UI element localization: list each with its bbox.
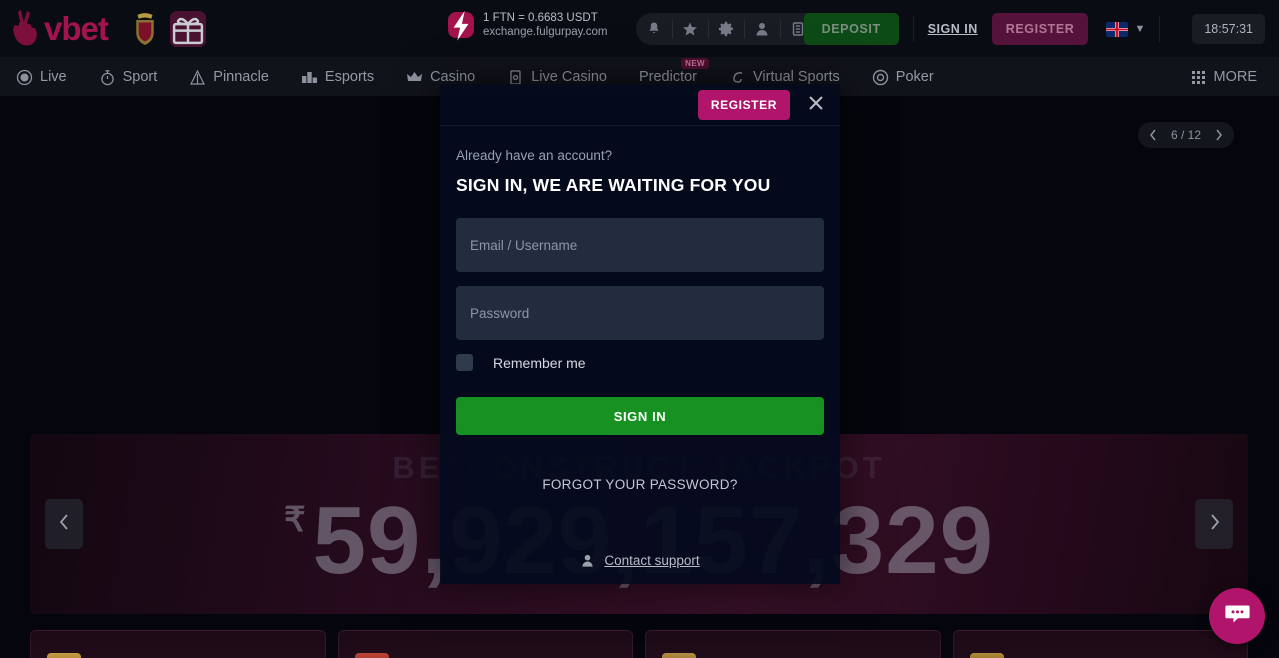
gear-icon[interactable] — [708, 13, 744, 45]
modal-body: Already have an account? SIGN IN, WE ARE… — [440, 126, 840, 492]
nav-label: MORE — [1213, 69, 1258, 85]
cards-icon — [507, 69, 524, 86]
header-actions: DEPOSIT SIGN IN REGISTER ▼ 18:57:31 — [803, 0, 1279, 58]
nav-item-pinnacle[interactable]: Pinnacle — [173, 58, 285, 96]
nav-label: Poker — [895, 69, 934, 85]
remember-me-label: Remember me — [493, 354, 586, 371]
nav-label: Esports — [324, 69, 375, 85]
username-field-wrapper — [456, 218, 824, 272]
nav-item-sport[interactable]: Sport — [83, 58, 174, 96]
jackpot-card[interactable]: MAJOR — [337, 630, 633, 658]
chevron-left-icon — [58, 512, 71, 537]
nav-label: Casino — [430, 69, 476, 85]
jackpot-card[interactable]: MINOR — [645, 630, 941, 658]
trophy-jackpot-icon — [969, 653, 1004, 658]
top-header: vbet 1 FTN = 0.6683 USDT exchange.fulgur… — [0, 0, 1279, 58]
star-icon[interactable] — [672, 13, 708, 45]
chevron-right-icon — [1208, 512, 1221, 537]
remember-me-row: Remember me — [456, 354, 824, 371]
register-button-header[interactable]: REGISTER — [991, 13, 1089, 45]
jackpot-cards: MEGA MAJOR MINOR MINI — [30, 630, 1248, 658]
modal-header: REGISTER — [440, 84, 840, 126]
nav-label: Live — [40, 69, 67, 85]
jackpot-card[interactable]: MEGA — [30, 630, 326, 658]
hand-peace-icon — [10, 8, 40, 50]
nav-item-esports[interactable]: Esports — [285, 58, 390, 96]
signin-submit-button[interactable]: SIGN IN — [456, 397, 824, 435]
stopwatch-icon — [99, 69, 116, 86]
banner-prev-button[interactable] — [45, 499, 83, 549]
remember-me-checkbox[interactable] — [456, 354, 473, 371]
modal-pretitle: Already have an account? — [456, 148, 613, 163]
triangle-icon — [189, 69, 206, 86]
contact-support-row: Contact support — [440, 553, 840, 568]
crown-icon — [406, 69, 423, 86]
jackpot-card[interactable]: MINI — [952, 630, 1248, 658]
signin-modal: REGISTER Already have an account? SIGN I… — [440, 84, 840, 584]
exchange-rate-value: 1 FTN = 0.6683 USDT — [483, 12, 598, 24]
gift-box-icon[interactable] — [169, 10, 206, 47]
chevron-down-icon: ▼ — [1134, 23, 1146, 35]
lightning-bolt-icon — [448, 10, 474, 41]
nav-label: Live Casino — [531, 69, 607, 85]
banner-next-button[interactable] — [1195, 499, 1233, 549]
header-divider — [1159, 16, 1161, 42]
site-logo[interactable]: vbet — [0, 8, 109, 50]
support-agent-icon — [580, 553, 595, 568]
nav-label: Virtual Sports — [753, 69, 840, 85]
carousel-page-indicator: 6 / 12 — [1170, 128, 1202, 142]
clock-display: 18:57:31 — [1192, 14, 1265, 44]
grid-dots-icon — [1190, 69, 1207, 86]
live-circle-icon — [16, 69, 33, 86]
uk-flag-icon — [1106, 21, 1129, 37]
crown-jackpot-icon — [47, 653, 81, 658]
exchange-rate-domain: exchange.fulgurpay.com — [483, 26, 608, 39]
close-x-icon — [806, 93, 826, 116]
nav-item-live[interactable]: Live — [0, 58, 83, 96]
carousel-pager: 6 / 12 — [1138, 122, 1234, 148]
support-agent-icon[interactable] — [744, 13, 780, 45]
nav-label: Sport — [122, 69, 158, 85]
signin-link[interactable]: SIGN IN — [928, 22, 978, 36]
coins-jackpot-icon — [662, 653, 696, 658]
register-tab-button[interactable]: REGISTER — [697, 89, 790, 120]
nav-label: Predictor — [638, 69, 698, 85]
nav-item-more[interactable]: MORE — [1174, 58, 1279, 96]
forgot-password-link[interactable]: FORGOT YOUR PASSWORD? — [456, 477, 824, 492]
swirl-icon — [729, 69, 746, 86]
close-modal-button[interactable] — [804, 93, 828, 117]
chat-bubble-icon — [1224, 600, 1251, 632]
password-input[interactable] — [456, 286, 824, 340]
new-badge: NEW — [681, 58, 710, 69]
carousel-prev-button[interactable] — [1144, 126, 1162, 144]
nav-label: Pinnacle — [213, 69, 269, 85]
language-selector[interactable]: ▼ — [1106, 21, 1146, 37]
logo-text: vbet — [44, 10, 109, 47]
password-field-wrapper — [456, 286, 824, 340]
monaco-crest-icon[interactable] — [130, 12, 160, 46]
page-root: BETCONSTRUCT JACKPOT ₹59,929,157,329 MEG… — [0, 0, 1279, 658]
deposit-button[interactable]: DEPOSIT — [803, 13, 899, 45]
contact-support-link[interactable]: Contact support — [604, 553, 699, 568]
chat-support-button[interactable] — [1209, 588, 1265, 644]
username-input[interactable] — [456, 218, 824, 272]
banner-currency: ₹ — [284, 501, 307, 539]
modal-title: SIGN IN, WE ARE WAITING FOR YOU — [456, 175, 771, 195]
bell-icon[interactable] — [636, 13, 672, 45]
chip-icon — [872, 69, 889, 86]
podium-icon — [301, 69, 318, 86]
exchange-rate-block[interactable]: 1 FTN = 0.6683 USDT exchange.fulgurpay.c… — [448, 10, 608, 41]
carousel-next-button[interactable] — [1210, 126, 1228, 144]
header-divider — [912, 16, 914, 42]
gem-jackpot-icon — [354, 653, 389, 658]
nav-item-poker[interactable]: Poker — [856, 58, 950, 96]
